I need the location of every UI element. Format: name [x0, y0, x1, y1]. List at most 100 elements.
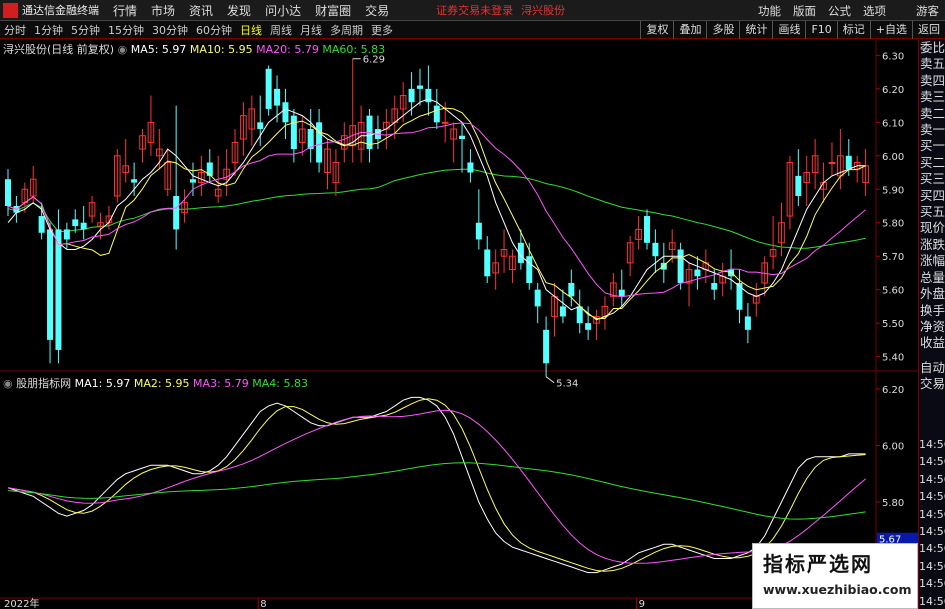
- candle-body-down: [576, 306, 583, 324]
- settings-gear-icon[interactable]: ◉: [118, 43, 128, 56]
- candle-body-down: [845, 155, 852, 170]
- side-netasset: 净资: [920, 318, 945, 334]
- watermark: 指标严选网 www.xuezhibiao.com: [752, 543, 918, 609]
- candle-body-down: [652, 242, 659, 257]
- watermark-url: www.xuezhibiao.com: [763, 582, 912, 597]
- main-panel-info: 浔兴股份(日线 前复权) ◉ MA5: 5.97 MA10: 5.95 MA20…: [3, 41, 385, 57]
- side-sell1[interactable]: 卖一: [919, 122, 945, 138]
- tick-time: 14:56: [919, 438, 945, 451]
- sub-settings-gear-icon[interactable]: ◉: [3, 377, 13, 390]
- side-buy2[interactable]: 买二: [919, 155, 945, 171]
- candle-body-down: [274, 88, 281, 106]
- candle-body-down: [189, 179, 196, 183]
- candle-body-down: [316, 122, 323, 163]
- candle-body-down: [173, 195, 180, 230]
- tick-time: 14:56: [919, 490, 945, 504]
- watermark-title: 指标严选网: [763, 552, 873, 576]
- side-sell5[interactable]: 卖五: [919, 56, 945, 72]
- side-auto[interactable]: 自动: [919, 360, 945, 376]
- kline-chart[interactable]: 6.295.34 6.306.206.106.005.905.805.705.6…: [0, 0, 918, 609]
- side-outer: 外盘: [920, 286, 945, 302]
- candle-body-down: [475, 222, 482, 240]
- candle-body-down: [534, 289, 541, 307]
- main-ma20-label: MA20: 5.79: [256, 43, 319, 56]
- side-sell2[interactable]: 卖二: [919, 106, 945, 122]
- main-ma5-label: MA5: 5.97: [130, 43, 187, 56]
- tick-time: 14:56: [919, 507, 945, 521]
- sub-tick-label: 6.20: [882, 385, 904, 396]
- candle-body-down: [131, 179, 138, 183]
- side-turnover: 换手: [920, 302, 945, 318]
- candle-body-down: [568, 282, 575, 297]
- candle-body-down: [408, 88, 415, 103]
- sub-ma1-label: MA1: 5.97: [74, 377, 131, 390]
- sub-ma1-line: [7, 396, 866, 574]
- side-buy5[interactable]: 买五: [919, 204, 945, 220]
- tick-time: 14:56: [919, 594, 945, 608]
- sub-ma3-label: MA3: 5.79: [193, 377, 249, 390]
- candle-body-down: [416, 85, 423, 89]
- candle-body-down: [728, 269, 735, 277]
- price-tick-label: 5.90: [882, 185, 904, 196]
- candle-body-down: [526, 256, 533, 283]
- side-earnings: 收益: [920, 335, 945, 351]
- price-tick-label: 6.10: [882, 118, 904, 129]
- x-axis-label: 2022年: [4, 597, 39, 609]
- candle-body-down: [467, 162, 474, 173]
- ma20-line: [7, 122, 866, 298]
- price-tick-label: 5.80: [882, 219, 904, 230]
- candle-body-down: [47, 229, 54, 340]
- sub-ma2-label: MA2: 5.95: [133, 377, 190, 390]
- sub-ma4-label: MA4: 5.83: [252, 377, 308, 390]
- sub-ma4-line: [7, 462, 866, 520]
- side-sell4[interactable]: 卖四: [919, 73, 945, 89]
- side-buy3[interactable]: 买三: [919, 171, 945, 187]
- side-trade[interactable]: 交易: [919, 376, 945, 392]
- sub-panel-title: 股朋指标网: [16, 377, 72, 390]
- price-tick-label: 6.00: [882, 152, 904, 163]
- price-tick-label: 6.20: [882, 85, 904, 96]
- price-tick-label: 5.70: [882, 252, 904, 263]
- candle-body-down: [711, 282, 718, 290]
- candle-body-down: [257, 122, 264, 130]
- tick-time: 14:56: [919, 542, 945, 556]
- price-tick-label: 6.30: [882, 51, 904, 62]
- candle-body-down: [484, 249, 491, 277]
- side-change-pct: 涨幅: [920, 253, 945, 269]
- tick-times: 14:56 14:56 14:56 14:56 14:56 14:56 14:5…: [919, 436, 945, 609]
- side-sell3[interactable]: 卖三: [919, 89, 945, 105]
- side-price: 现价: [920, 220, 945, 236]
- candle-body-down: [543, 329, 550, 364]
- main-ma10-label: MA10: 5.95: [189, 43, 253, 56]
- side-buy1[interactable]: 买一: [919, 138, 945, 154]
- candle-body-down: [736, 282, 743, 310]
- sub-tick-label: 5.80: [882, 498, 904, 509]
- candle-body-down: [265, 68, 272, 109]
- candle-body-up: [828, 161, 836, 164]
- main-panel-title: 浔兴股份(日线 前复权): [3, 43, 115, 56]
- tick-time: 14:56: [919, 472, 945, 486]
- candle-body-down: [282, 102, 289, 123]
- main-ma60-label: MA60: 5.83: [322, 43, 386, 56]
- candle-body-down: [744, 316, 751, 330]
- price-tick-label: 5.40: [882, 353, 904, 364]
- candle-body-down: [643, 216, 650, 243]
- candle-body-down: [618, 289, 625, 297]
- candle-body-down: [290, 115, 297, 150]
- candle-body-down: [72, 219, 79, 227]
- candle-body-up: [441, 121, 449, 124]
- sub-tick-label: 6.00: [882, 441, 904, 452]
- tick-time: 14:56: [919, 525, 945, 539]
- tick-time: 14:56: [919, 455, 945, 469]
- candle-body-down: [459, 135, 466, 140]
- side-weibi: 委比: [920, 40, 945, 55]
- tick-time: 14:56: [919, 559, 945, 573]
- side-change: 涨跌: [920, 236, 945, 252]
- x-axis-label: 8: [260, 599, 266, 609]
- price-tick-label: 5.50: [882, 319, 904, 330]
- side-volume: 总量: [920, 269, 945, 285]
- side-buy4[interactable]: 买四: [919, 188, 945, 204]
- candle-body-down: [80, 222, 87, 230]
- candle-body-down: [585, 323, 592, 330]
- sub-panel-info: ◉ 股朋指标网 MA1: 5.97 MA2: 5.95 MA3: 5.79 MA…: [3, 375, 308, 391]
